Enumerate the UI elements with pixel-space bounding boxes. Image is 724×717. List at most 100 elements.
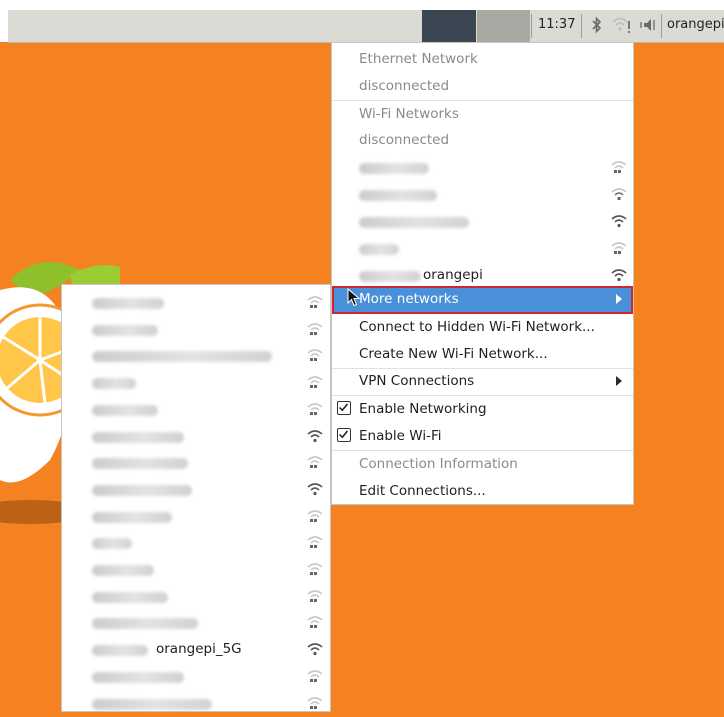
obscured-network-name — [92, 618, 198, 630]
wifi-signal-weak-icon — [307, 349, 323, 362]
submenu-network-item[interactable] — [62, 663, 330, 690]
top-panel: 11:37 orangepi — [0, 0, 724, 43]
submenu-network-item[interactable] — [62, 369, 330, 396]
wifi-signal-strong-icon — [307, 643, 323, 656]
wifi-signal-weak-icon — [307, 696, 323, 709]
wifi-signal-weak-icon — [307, 670, 323, 682]
enable-wifi-label: Enable Wi-Fi — [359, 428, 442, 444]
obscured-network-name — [92, 671, 184, 683]
network-menu: Ethernet Network disconnected Wi-Fi Netw… — [331, 42, 634, 505]
enable-wifi-checkbox[interactable] — [337, 428, 351, 442]
wifi-signal-weak-icon — [307, 322, 323, 335]
obscured-network-name — [92, 591, 168, 603]
ethernet-header-label: Ethernet Network — [359, 51, 478, 67]
panel-separator — [531, 14, 532, 38]
checkmark-icon — [339, 403, 349, 412]
submenu-network-item[interactable] — [62, 342, 330, 369]
obscured-network-name — [92, 324, 158, 336]
wifi-signal-weak-icon — [307, 456, 323, 469]
volume-icon[interactable] — [640, 14, 658, 36]
connect-hidden-wifi-item[interactable]: Connect to Hidden Wi-Fi Network... — [332, 314, 633, 341]
wifi-header: Wi-Fi Networks — [332, 101, 633, 128]
taskbar-window-button[interactable] — [422, 10, 476, 42]
submenu-network-item[interactable] — [62, 529, 330, 556]
wifi-network-item[interactable] — [332, 154, 633, 181]
wifi-signal-weak-icon — [307, 403, 323, 415]
edit-connections-label: Edit Connections... — [359, 483, 486, 499]
enable-networking-checkbox[interactable] — [337, 401, 351, 415]
mouse-cursor-icon — [347, 288, 361, 307]
network-name: orangepi — [423, 267, 483, 283]
taskbar-window-button[interactable] — [477, 10, 530, 42]
clock[interactable]: 11:37 — [538, 17, 575, 32]
obscured-network-name — [92, 645, 148, 657]
wifi-signal-weak-icon — [307, 376, 323, 389]
more-networks-label: More networks — [359, 291, 459, 307]
bluetooth-icon[interactable] — [588, 14, 606, 36]
connection-information-label: Connection Information — [359, 456, 518, 472]
vpn-connections-label: VPN Connections — [359, 373, 475, 389]
obscured-network-name — [359, 163, 429, 174]
submenu-network-item[interactable] — [62, 289, 330, 316]
more-networks-submenu: orangepi_5G — [61, 284, 331, 712]
obscured-network-name — [359, 190, 437, 201]
obscured-network-name — [92, 565, 154, 576]
submenu-network-item[interactable] — [62, 316, 330, 343]
enable-networking-item[interactable]: Enable Networking — [332, 396, 633, 423]
obscured-network-name — [92, 484, 192, 496]
submenu-network-item[interactable] — [62, 556, 330, 583]
hostname-label[interactable]: orangepi — [667, 17, 724, 32]
edit-connections-item[interactable]: Edit Connections... — [332, 478, 633, 505]
wifi-network-item[interactable] — [332, 181, 633, 208]
obscured-network-name — [92, 298, 164, 309]
enable-wifi-item[interactable]: Enable Wi-Fi — [332, 423, 633, 450]
wifi-status: disconnected — [332, 127, 633, 154]
wifi-signal-strong-icon — [307, 483, 323, 495]
wifi-signal-weak-icon — [307, 509, 323, 522]
submenu-network-item[interactable] — [62, 690, 330, 717]
wifi-signal-weak-icon — [307, 536, 323, 549]
wifi-signal-weak-icon — [307, 616, 323, 629]
obscured-network-name — [359, 271, 421, 282]
wifi-signal-strong-icon — [611, 215, 627, 228]
obscured-network-name — [92, 431, 184, 443]
wifi-header-label: Wi-Fi Networks — [359, 106, 459, 122]
wifi-signal-strong-icon — [611, 269, 627, 282]
obscured-network-name — [92, 458, 188, 470]
wifi-signal-strong-icon — [307, 429, 323, 442]
ethernet-status-label: disconnected — [359, 78, 450, 94]
wifi-status-label: disconnected — [359, 132, 450, 148]
submenu-arrow-icon — [616, 294, 622, 304]
vpn-connections-item[interactable]: VPN Connections — [332, 368, 633, 395]
wifi-signal-weak-icon — [307, 563, 323, 575]
wifi-signal-weak-icon — [307, 589, 323, 602]
obscured-network-name — [92, 404, 158, 416]
submenu-network-item[interactable]: orangepi_5G — [62, 636, 330, 663]
submenu-network-item[interactable] — [62, 609, 330, 636]
checkmark-icon — [339, 430, 349, 439]
panel-separator — [581, 14, 582, 38]
obscured-network-name — [92, 378, 136, 390]
wifi-network-item[interactable] — [332, 208, 633, 235]
wifi-signal-weak-icon — [611, 161, 627, 173]
wifi-disconnected-icon[interactable] — [611, 14, 633, 36]
more-networks-item[interactable]: More networks — [332, 286, 633, 314]
submenu-network-item[interactable] — [62, 423, 330, 450]
network-name: orangepi_5G — [156, 641, 242, 658]
submenu-network-item[interactable] — [62, 396, 330, 423]
submenu-network-item[interactable] — [62, 583, 330, 610]
wifi-network-item[interactable] — [332, 235, 633, 262]
submenu-network-item[interactable] — [62, 449, 330, 476]
connect-hidden-wifi-label: Connect to Hidden Wi-Fi Network... — [359, 319, 595, 335]
wifi-network-item[interactable]: orangepi — [332, 262, 633, 289]
obscured-network-name — [92, 698, 212, 710]
ethernet-status: disconnected — [332, 73, 633, 100]
submenu-arrow-icon — [616, 376, 622, 386]
submenu-network-item[interactable] — [62, 476, 330, 503]
wifi-signal-weak-icon — [611, 188, 627, 200]
obscured-network-name — [92, 511, 172, 523]
create-new-wifi-item[interactable]: Create New Wi-Fi Network... — [332, 341, 633, 368]
obscured-network-name — [359, 244, 399, 255]
panel-separator — [661, 14, 662, 38]
submenu-network-item[interactable] — [62, 503, 330, 530]
